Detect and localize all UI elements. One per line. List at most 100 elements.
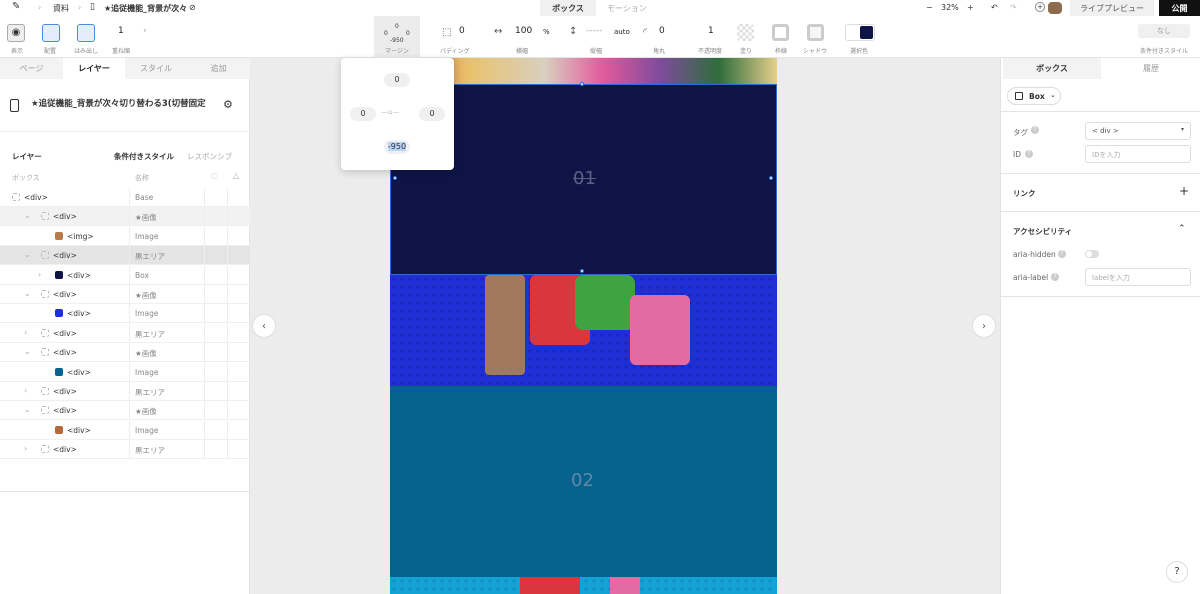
layer-row[interactable]: › <div> 黒エリア xyxy=(0,382,250,401)
margin-popup[interactable]: 0 0 —⌂— 0 -950 xyxy=(341,58,454,170)
tab-layer[interactable]: レイヤー xyxy=(63,58,125,79)
aria-label-input[interactable]: labelを入力 xyxy=(1085,268,1191,286)
chevron-right-icon[interactable]: › xyxy=(24,444,27,453)
layer-row[interactable]: <img> Image xyxy=(0,226,250,246)
chevron-down-icon[interactable]: ⌄ xyxy=(24,289,31,298)
illustration-image-cyan[interactable] xyxy=(390,577,777,594)
add-link-icon[interactable]: + xyxy=(1179,184,1189,198)
chevron-up-icon[interactable]: ⌃ xyxy=(1178,224,1186,234)
align-icon[interactable] xyxy=(42,24,60,42)
chevron-down-icon[interactable]: ⌄ xyxy=(24,211,31,220)
cond-style-tab[interactable]: 条件付きスタイル xyxy=(114,151,174,162)
settings-sliders-icon[interactable]: ⚙ xyxy=(223,98,233,111)
tab-style[interactable]: スタイル xyxy=(125,58,187,79)
help-icon[interactable]: ? xyxy=(1031,126,1039,134)
caret-down-icon: ▾ xyxy=(1180,126,1184,133)
margin-bottom-input[interactable]: -950 xyxy=(384,140,410,154)
margin-top-input[interactable]: 0 xyxy=(384,73,410,87)
layer-row[interactable]: <div> Image xyxy=(0,362,250,382)
aria-hidden-toggle[interactable] xyxy=(1085,250,1099,258)
resize-handle[interactable] xyxy=(393,176,397,180)
tab-box-props[interactable]: ボックス xyxy=(1003,58,1101,79)
chevron-down-icon[interactable]: ⌄ xyxy=(24,250,31,259)
help-icon[interactable]: ? xyxy=(1025,150,1033,158)
help-icon[interactable]: ? xyxy=(1051,273,1059,281)
resize-handle[interactable] xyxy=(580,82,584,86)
margin-left-input[interactable]: 0 xyxy=(350,107,376,121)
chevron-down-icon[interactable]: ⌄ xyxy=(24,405,31,414)
help-icon[interactable]: ? xyxy=(1058,250,1066,258)
layer-row[interactable]: ⌄ <div> ★画像 xyxy=(0,343,250,363)
layer-tag: <img> xyxy=(67,231,94,241)
pen-icon[interactable]: ✎ xyxy=(12,1,20,12)
fill-swatch[interactable] xyxy=(737,24,754,41)
layer-row[interactable]: ⌄ <div> ★画像 xyxy=(0,207,250,227)
next-page-button[interactable]: › xyxy=(972,314,996,338)
layer-row[interactable]: <div> Image xyxy=(0,420,250,440)
box-type-select[interactable]: Box ⌄ xyxy=(1007,87,1061,105)
chevron-down-icon[interactable]: ⌄ xyxy=(24,347,31,356)
teal-area[interactable]: 02 xyxy=(390,386,777,577)
margin-control[interactable]: 0 0 0 -950 マージン xyxy=(374,16,420,58)
chevron-right-icon[interactable]: › xyxy=(38,270,41,279)
prev-page-button[interactable]: ‹ xyxy=(252,314,276,338)
tag-select[interactable]: < div > ▾ xyxy=(1085,122,1191,140)
layer-row[interactable]: ⌄ <div> ★画像 xyxy=(0,401,250,421)
tab-history[interactable]: 履歴 xyxy=(1101,58,1200,79)
radius-value[interactable]: 0 xyxy=(659,26,665,36)
height-value[interactable]: ----- xyxy=(586,26,602,36)
group-icon xyxy=(41,348,49,357)
zoom-level[interactable]: 32% xyxy=(941,3,959,12)
margin-right-input[interactable]: 0 xyxy=(419,107,445,121)
border-swatch[interactable] xyxy=(772,24,789,41)
height-unit[interactable]: auto xyxy=(614,28,630,36)
tab-motion[interactable]: モーション xyxy=(596,0,658,16)
column-divider xyxy=(204,362,205,382)
zoom-out-icon[interactable]: − xyxy=(926,3,933,12)
width-unit[interactable]: % xyxy=(543,28,550,36)
live-preview-button[interactable]: ライブプレビュー xyxy=(1070,0,1154,16)
width-value[interactable]: 100 xyxy=(515,26,532,36)
redo-icon[interactable]: ↷ xyxy=(1010,3,1017,12)
resize-handle[interactable] xyxy=(769,176,773,180)
layer-row[interactable]: <div> Base xyxy=(0,188,250,207)
stack-order-value[interactable]: 1 xyxy=(118,26,124,36)
opacity-label: 不透明度 xyxy=(698,48,723,55)
page-title[interactable]: ★追従機能_背景が次々切り替わる3(切替固定 xyxy=(104,3,186,14)
zoom-in-icon[interactable]: + xyxy=(967,3,974,12)
layer-row[interactable]: ⌄ <div> 黒エリア xyxy=(0,246,250,266)
id-input[interactable]: IDを入力 xyxy=(1085,145,1191,163)
layer-row[interactable]: › <div> 黒エリア xyxy=(0,323,250,343)
eye-icon[interactable]: ◉ xyxy=(7,24,25,42)
canvas[interactable]: 01 02 0 0 —⌂— 0 -950 ‹ › xyxy=(250,58,1000,594)
responsive-tab[interactable]: レスポンシブ xyxy=(187,151,232,162)
aria-label-label: aria-label xyxy=(1013,273,1049,282)
visibility-icon: ◌ xyxy=(211,171,218,180)
chevron-right-icon[interactable]: › xyxy=(143,26,147,36)
chevron-right-icon[interactable]: › xyxy=(24,328,27,337)
chevron-right-icon[interactable]: › xyxy=(24,386,27,395)
tab-box[interactable]: ボックス xyxy=(540,0,596,16)
layer-row[interactable]: › <div> 黒エリア xyxy=(0,440,250,460)
resize-handle[interactable] xyxy=(580,269,584,273)
tab-page[interactable]: ページ xyxy=(0,58,63,79)
opacity-value[interactable]: 1 xyxy=(708,26,714,36)
overflow-icon[interactable] xyxy=(77,24,95,42)
layer-row[interactable]: ⌄ <div> ★画像 xyxy=(0,285,250,304)
layer-row[interactable]: <div> Image xyxy=(0,304,250,324)
illustration-image-blue[interactable] xyxy=(390,275,777,386)
breadcrumb-parent[interactable]: 資料 xyxy=(53,3,69,14)
avatar[interactable] xyxy=(1048,2,1062,14)
selected-color-control[interactable] xyxy=(845,24,875,41)
undo-icon[interactable]: ↶ xyxy=(991,3,998,12)
publish-button[interactable]: 公開 xyxy=(1159,0,1200,16)
shadow-swatch[interactable] xyxy=(807,24,824,41)
padding-value[interactable]: 0 xyxy=(459,26,465,36)
add-user-icon[interactable]: + xyxy=(1035,2,1045,12)
tab-add[interactable]: 追加 xyxy=(187,58,250,79)
layer-row[interactable]: › <div> Box xyxy=(0,265,250,285)
conditional-style-select[interactable]: なし xyxy=(1138,24,1190,38)
help-button[interactable]: ? xyxy=(1166,561,1188,583)
aria-hidden-label: aria-hidden xyxy=(1013,250,1056,259)
link-icon[interactable]: —⌂— xyxy=(381,108,399,116)
